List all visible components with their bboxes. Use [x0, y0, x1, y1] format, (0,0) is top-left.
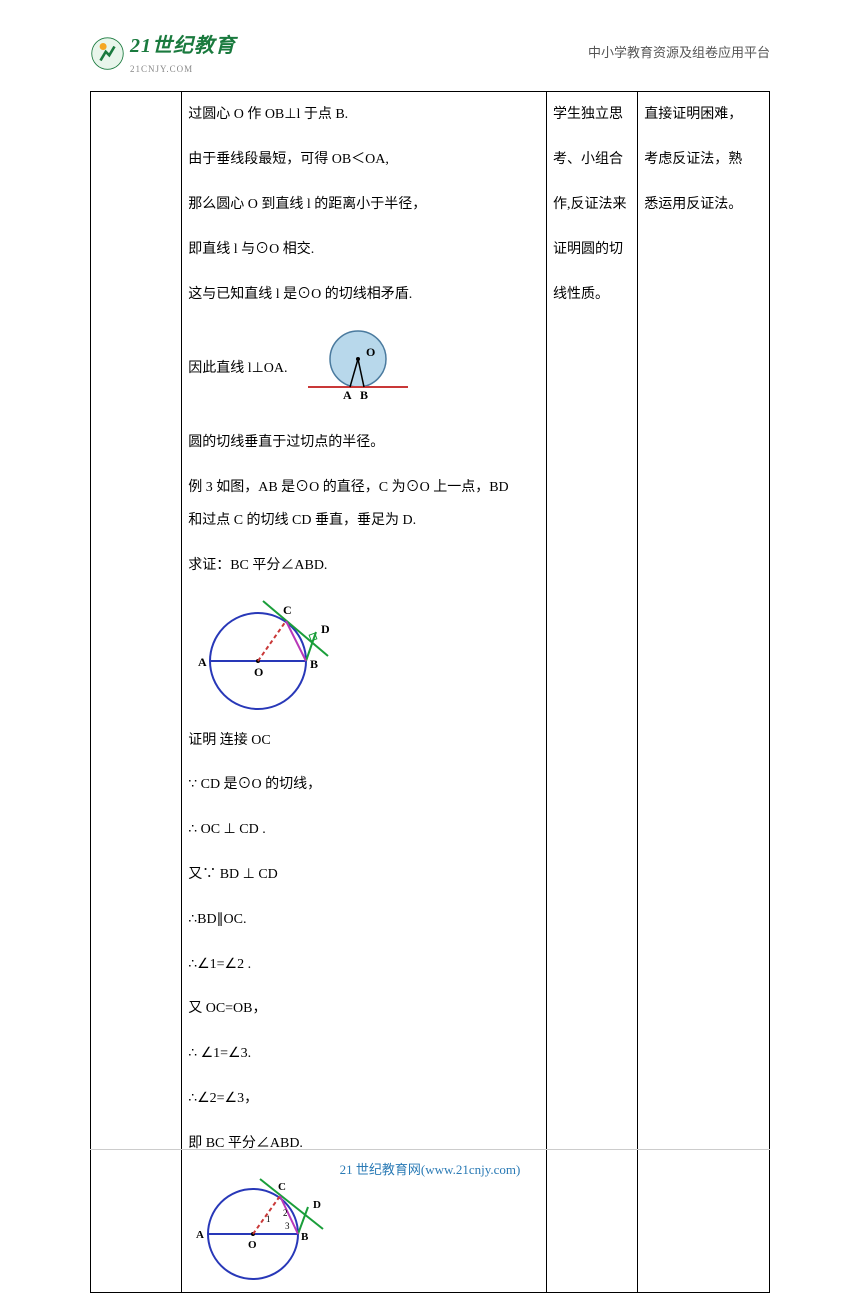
- label-B: B: [360, 388, 368, 402]
- text-line: ∵ CD 是⊙O 的切线，: [188, 770, 540, 801]
- label-O: O: [248, 1239, 257, 1251]
- text-line: ∴ OC ⊥ CD .: [188, 815, 540, 846]
- main-table: 过圆心 O 作 OB⊥l 于点 B. 由于垂线段最短，可得 OB＜OA, 那么圆…: [90, 91, 770, 1292]
- label-B: B: [301, 1231, 309, 1243]
- text-line: 学生独立思: [553, 100, 631, 131]
- text-line: 由于垂线段最短，可得 OB＜OA,: [188, 145, 540, 176]
- page-footer: 21 世纪教育网(www.21cnjy.com): [90, 1149, 770, 1181]
- label-O: O: [254, 665, 263, 679]
- logo: 21世纪教育 21CNJY.COM: [90, 30, 236, 76]
- text-line: 又∵ BD ⊥ CD: [188, 860, 540, 891]
- col4: 直接证明困难， 考虑反证法，熟 悉运用反证法。: [638, 92, 770, 1292]
- header-right-text: 中小学教育资源及组卷应用平台: [588, 43, 770, 64]
- logo-icon: [90, 36, 125, 71]
- page-header: 21世纪教育 21CNJY.COM 中小学教育资源及组卷应用平台: [0, 0, 860, 81]
- text-line: 即直线 l 与⊙O 相交.: [188, 235, 540, 266]
- label-C: C: [283, 603, 292, 617]
- text-line: 那么圆心 O 到直线 l 的距离小于半径，: [188, 190, 540, 221]
- text-line: ∴∠1=∠2 .: [188, 950, 540, 981]
- text-line: 例 3 如图，AB 是⊙O 的直径，C 为⊙O 上一点，BD: [188, 473, 540, 504]
- text-line: ∴ ∠1=∠3.: [188, 1039, 540, 1070]
- logo-main-text: 21世纪教育: [130, 30, 236, 62]
- label-D: D: [313, 1199, 321, 1211]
- label-2: 2: [283, 1208, 288, 1218]
- label-A: A: [196, 1229, 204, 1241]
- text-line: 考、小组合: [553, 145, 631, 176]
- text-line: 圆的切线垂直于过切点的半径。: [188, 428, 540, 459]
- content-wrapper: 过圆心 O 作 OB⊥l 于点 B. 由于垂线段最短，可得 OB＜OA, 那么圆…: [0, 81, 860, 1292]
- text-line: ∴∠2=∠3，: [188, 1084, 540, 1115]
- label-1: 1: [266, 1214, 271, 1224]
- logo-sub-text: 21CNJY.COM: [130, 62, 236, 76]
- text-line: 直接证明困难，: [644, 100, 763, 131]
- diagram3: O A B C D 1 2 3: [188, 1174, 353, 1284]
- label-A: A: [343, 388, 352, 402]
- text-line: 作,反证法来: [553, 190, 631, 221]
- diagram2: O A B C D: [188, 596, 358, 716]
- label-O: O: [366, 345, 375, 359]
- text-line: 又 OC=OB，: [188, 994, 540, 1025]
- col1: [91, 92, 182, 1292]
- col2: 过圆心 O 作 OB⊥l 于点 B. 由于垂线段最短，可得 OB＜OA, 那么圆…: [182, 92, 547, 1292]
- text-line: 证明圆的切: [553, 235, 631, 266]
- text-line: 因此直线 l⊥OA.: [188, 358, 287, 380]
- text-line: 线性质。: [553, 280, 631, 311]
- text-line: ∴BD∥OC.: [188, 905, 540, 936]
- diagram1: O A B: [298, 324, 418, 414]
- label-A: A: [198, 655, 207, 669]
- text-line: 证明 连接 OC: [188, 726, 540, 757]
- text-line: 考虑反证法，熟: [644, 145, 763, 176]
- logo-text: 21世纪教育 21CNJY.COM: [130, 30, 236, 76]
- text-line: 和过点 C 的切线 CD 垂直，垂足为 D.: [188, 506, 540, 537]
- diagram1-row: 因此直线 l⊥OA. O A B: [188, 324, 540, 414]
- text-line: 过圆心 O 作 OB⊥l 于点 B.: [188, 100, 540, 131]
- label-B: B: [310, 657, 318, 671]
- text-line: 悉运用反证法。: [644, 190, 763, 221]
- label-3: 3: [285, 1221, 290, 1231]
- label-C: C: [278, 1181, 286, 1193]
- table-row: 过圆心 O 作 OB⊥l 于点 B. 由于垂线段最短，可得 OB＜OA, 那么圆…: [91, 92, 770, 1292]
- text-line: 求证：BC 平分∠ABD.: [188, 551, 540, 582]
- text-line: 这与已知直线 l 是⊙O 的切线相矛盾.: [188, 280, 540, 311]
- col3: 学生独立思 考、小组合 作,反证法来 证明圆的切 线性质。: [547, 92, 638, 1292]
- label-D: D: [321, 622, 330, 636]
